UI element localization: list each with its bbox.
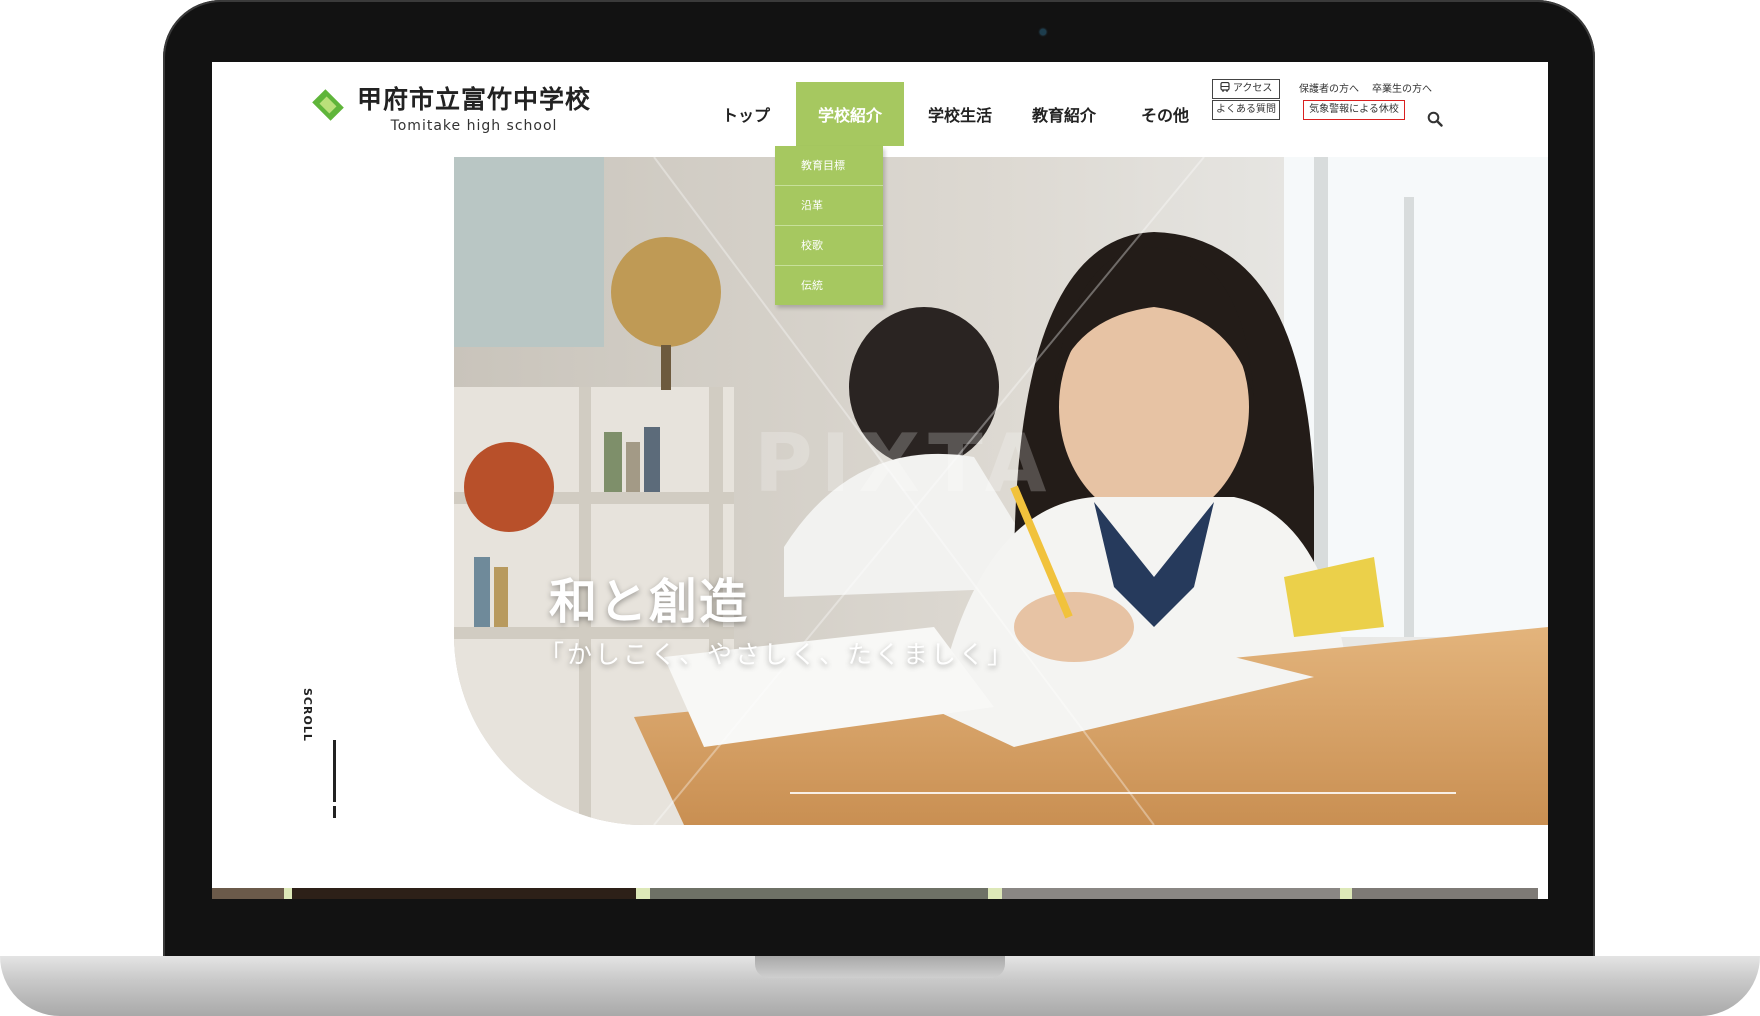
stock-watermark: PIXTA bbox=[754, 417, 1055, 510]
faq-button[interactable]: よくある質問 bbox=[1212, 100, 1280, 120]
thumbnail-gap bbox=[1340, 888, 1352, 899]
nav-item-school-life[interactable]: 学校生活 bbox=[908, 82, 1012, 146]
scroll-bar bbox=[333, 740, 336, 818]
parents-link[interactable]: 保護者の方へ bbox=[1299, 80, 1359, 95]
thumbnail-gap bbox=[284, 888, 292, 899]
graduates-link[interactable]: 卒業生の方へ bbox=[1372, 80, 1432, 95]
thumbnail[interactable] bbox=[1002, 888, 1340, 899]
bus-icon bbox=[1220, 81, 1230, 92]
school-intro-dropdown: 教育目標 沿革 校歌 伝統 bbox=[775, 146, 883, 305]
access-button[interactable]: アクセス bbox=[1212, 79, 1280, 99]
site-name-en: Tomitake high school bbox=[390, 118, 558, 134]
dropdown-item-history[interactable]: 沿革 bbox=[775, 186, 883, 226]
nav-item-school-intro[interactable]: 学校紹介 bbox=[796, 82, 904, 146]
scroll-bar-gap bbox=[333, 802, 336, 806]
hero-image: PIXTA 和と創造 「かしこく、やさしく、たくましく」 bbox=[454, 157, 1548, 825]
main-nav: トップ 学校紹介 学校生活 教育紹介 その他 bbox=[706, 82, 1214, 146]
hero-subtitle: 「かしこく、やさしく、たくましく」 bbox=[539, 640, 1016, 669]
weather-closure-button[interactable]: 気象警報による休校 bbox=[1303, 100, 1405, 120]
access-label: アクセス bbox=[1232, 83, 1273, 94]
nav-item-top[interactable]: トップ bbox=[706, 82, 786, 146]
dropdown-item-tradition[interactable]: 伝統 bbox=[775, 266, 883, 305]
site-logo[interactable]: 甲府市立富竹中学校 Tomitake high school bbox=[311, 84, 591, 134]
camera-dot bbox=[1040, 29, 1046, 35]
dropdown-item-goals[interactable]: 教育目標 bbox=[775, 146, 883, 186]
laptop-notch bbox=[755, 956, 1005, 978]
thumbnail-gap bbox=[988, 888, 1002, 899]
thumbnail[interactable] bbox=[292, 888, 636, 899]
thumbnail-strip bbox=[212, 888, 1548, 899]
thumbnail[interactable] bbox=[212, 888, 284, 899]
hero-title: 和と創造 bbox=[549, 574, 750, 630]
scroll-label[interactable]: SCROLL bbox=[301, 688, 314, 742]
thumbnail[interactable] bbox=[1352, 888, 1538, 899]
logo-diamond-icon bbox=[311, 88, 347, 124]
nav-item-other[interactable]: その他 bbox=[1116, 82, 1214, 146]
browser-screen: 甲府市立富竹中学校 Tomitake high school トップ 学校紹介 … bbox=[212, 62, 1548, 899]
site-name: 甲府市立富竹中学校 bbox=[357, 85, 592, 114]
hero-divider bbox=[790, 792, 1456, 794]
nav-item-education[interactable]: 教育紹介 bbox=[1012, 82, 1116, 146]
dropdown-item-song[interactable]: 校歌 bbox=[775, 226, 883, 266]
thumbnail-gap bbox=[636, 888, 650, 899]
search-icon[interactable] bbox=[1427, 111, 1443, 127]
thumbnail[interactable] bbox=[650, 888, 988, 899]
